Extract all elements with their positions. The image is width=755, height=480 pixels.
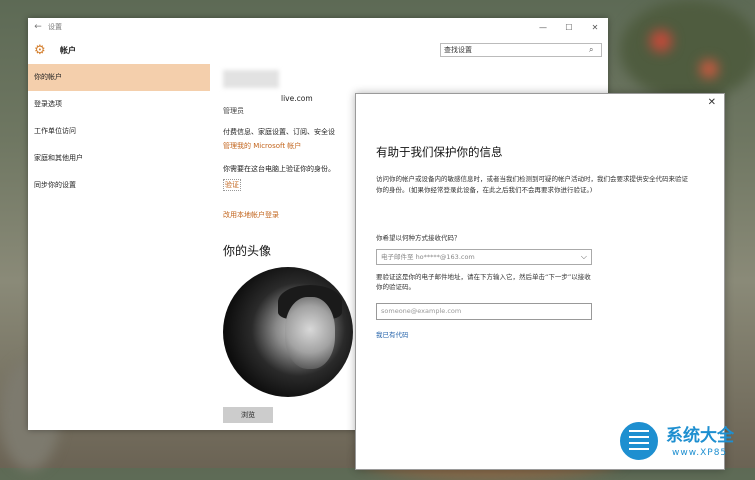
close-button[interactable]: ✕ <box>582 23 608 32</box>
gear-icon: ⚙ <box>34 42 46 58</box>
avatar-heading: 你的头像 <box>223 244 272 258</box>
search-icon[interactable]: ⌕ <box>589 45 601 55</box>
watermark-brand: 系统大全 <box>666 426 734 446</box>
account-content: live.com 管理员 付费信息、家庭设置、订阅、安全设 管理我的 Micro… <box>223 70 603 423</box>
browse-button[interactable]: 浏览 <box>223 407 273 423</box>
avatar <box>223 267 353 397</box>
have-code-link[interactable]: 我已有代码 <box>376 329 409 339</box>
sidebar-item-sign-in-options[interactable]: 登录选项 <box>28 91 210 118</box>
watermark-logo-icon <box>618 420 660 462</box>
search-placeholder: 查找设置 <box>444 46 472 54</box>
verify-dialog: ✕ 有助于我们保护你的信息 访问你的帐户或设备内的敏感信息时，或者当我们检测到可… <box>355 93 725 470</box>
back-arrow-icon[interactable]: ← <box>28 22 48 32</box>
header: ⚙ 帐户 查找设置 ⌕ <box>28 36 608 64</box>
manage-microsoft-account-link[interactable]: 管理我的 Microsoft 帐户 <box>223 141 301 151</box>
sidebar-item-your-account[interactable]: 你的帐户 <box>28 64 210 91</box>
email-field[interactable]: someone@example.com <box>376 303 592 320</box>
code-method-value: 电子邮件至 ho*****@163.com <box>381 253 475 261</box>
watermark-url: www.XP85 <box>672 448 728 458</box>
account-role: 管理员 <box>223 107 244 115</box>
code-method-select[interactable]: 电子邮件至 ho*****@163.com ⌵ <box>376 249 592 265</box>
local-account-link[interactable]: 改用本地帐户登录 <box>223 210 279 220</box>
account-email: live.com <box>281 94 313 103</box>
avatar-face <box>285 297 335 369</box>
chevron-down-icon[interactable]: ⌵ <box>581 250 587 264</box>
verify-identity-text: 你需要在这台电脑上验证你的身份。 <box>223 165 335 173</box>
dialog-title: 有助于我们保护你的信息 <box>376 145 503 159</box>
dialog-close-button[interactable]: ✕ <box>708 97 716 108</box>
watermark: 系统大全 www.XP85 <box>618 418 753 464</box>
minimize-button[interactable]: — <box>530 23 556 32</box>
sidebar-item-family-users[interactable]: 家庭和其他用户 <box>28 145 210 172</box>
account-info-text: 付费信息、家庭设置、订阅、安全设 <box>223 128 335 136</box>
verify-link[interactable]: 验证 <box>223 179 241 191</box>
sidebar-item-work-access[interactable]: 工作单位访问 <box>28 118 210 145</box>
page-title: 帐户 <box>60 45 76 55</box>
title-bar: ← 设置 — ☐ ✕ <box>28 18 608 36</box>
email-instruction: 要验证这是你的电子邮件地址，请在下方输入它，然后单击“下一步”以接收你的验证码。 <box>376 273 591 291</box>
window-title: 设置 <box>48 23 62 31</box>
sidebar: 你的帐户 登录选项 工作单位访问 家庭和其他用户 同步你的设置 <box>28 64 210 199</box>
maximize-button[interactable]: ☐ <box>556 23 582 32</box>
code-method-question: 你希望以何种方式接收代码？ <box>376 234 461 242</box>
dialog-description: 访问你的帐户或设备内的敏感信息时，或者当我们检测到可疑的帐户活动时，我们会要求提… <box>376 175 688 194</box>
blurred-username <box>223 70 279 88</box>
search-input[interactable]: 查找设置 ⌕ <box>440 43 602 57</box>
sidebar-item-sync-settings[interactable]: 同步你的设置 <box>28 172 210 199</box>
